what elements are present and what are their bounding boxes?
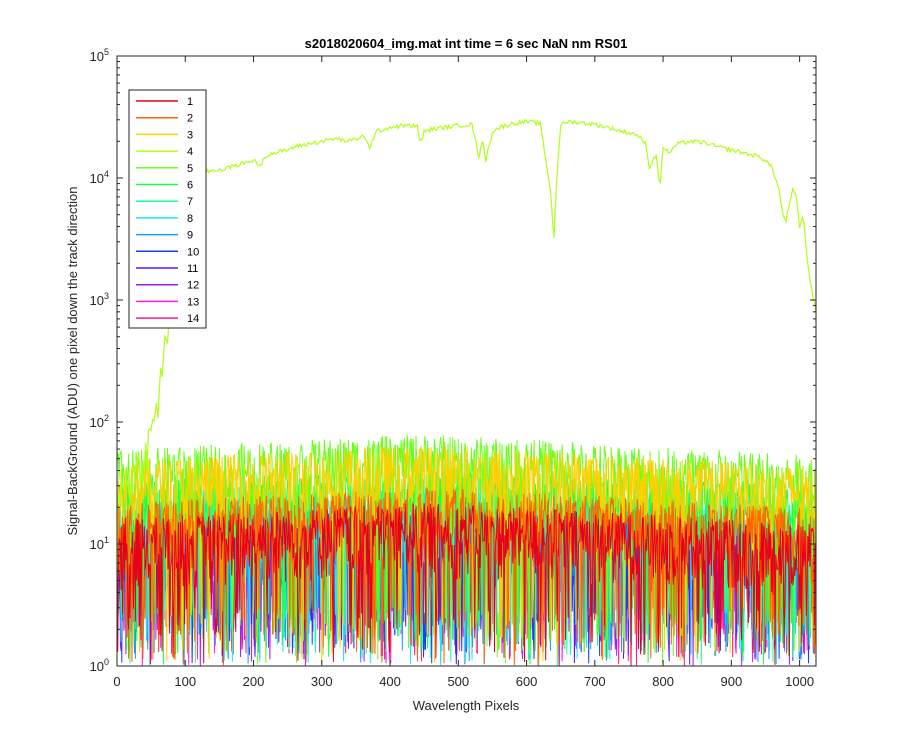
legend: 1234567891011121314 <box>128 89 207 329</box>
x-tick-label: 800 <box>652 674 674 689</box>
x-tick-label: 400 <box>379 674 401 689</box>
legend-label-7: 7 <box>187 196 193 208</box>
x-tick-label: 900 <box>721 674 743 689</box>
x-tick-label: 600 <box>516 674 538 689</box>
legend-label-4: 4 <box>187 146 193 158</box>
x-tick-label: 100 <box>174 674 196 689</box>
x-tick-label: 0 <box>113 674 120 689</box>
chart-title: s2018020604_img.mat int time = 6 sec NaN… <box>305 36 628 51</box>
x-tick-label: 500 <box>447 674 469 689</box>
legend-label-11: 11 <box>187 263 198 275</box>
legend-label-9: 9 <box>187 230 193 242</box>
legend-label-5: 5 <box>187 163 193 175</box>
legend-label-13: 13 <box>187 296 199 308</box>
x-tick-label: 300 <box>311 674 333 689</box>
x-tick-label: 200 <box>243 674 265 689</box>
line-chart: 0 100 200 300 400 500 600 700 800 900 100010010110… <box>0 0 900 750</box>
x-tick-label: 1000 <box>785 674 814 689</box>
legend-box <box>128 89 207 329</box>
legend-label-3: 3 <box>187 129 193 141</box>
legend-label-8: 8 <box>187 213 193 225</box>
legend-label-2: 2 <box>187 113 193 125</box>
legend-label-1: 1 <box>187 96 193 108</box>
legend-label-10: 10 <box>187 246 199 258</box>
legend-label-6: 6 <box>187 180 193 192</box>
legend-label-12: 12 <box>187 280 199 292</box>
legend-label-14: 14 <box>187 313 199 325</box>
y-axis-label: Signal-BackGround (ADU) one pixel down t… <box>65 186 80 535</box>
x-axis-label: Wavelength Pixels <box>413 698 520 713</box>
x-tick-label: 700 <box>584 674 606 689</box>
